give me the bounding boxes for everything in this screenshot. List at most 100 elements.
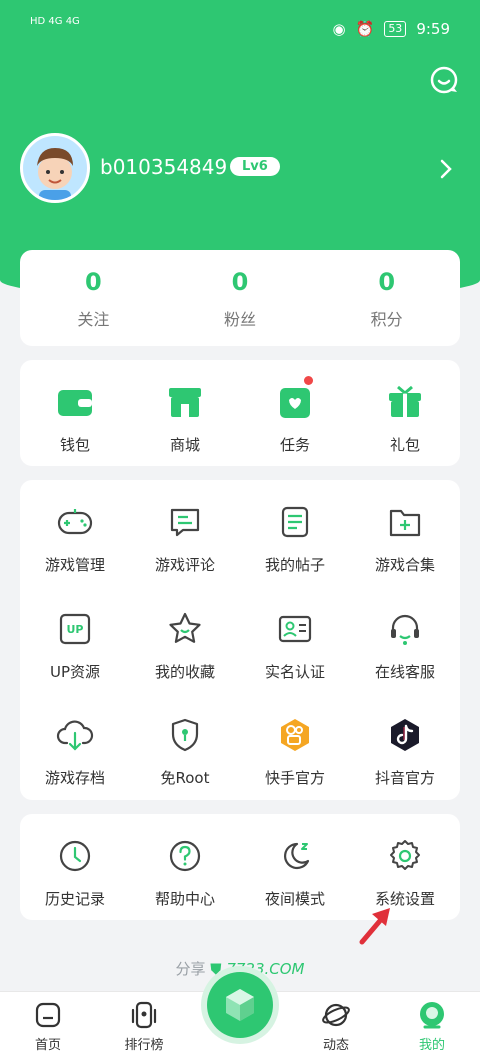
- bottom-nav: 首页 排行榜 动态 我的: [0, 972, 480, 1061]
- home-icon: [33, 1000, 63, 1030]
- nav-feed[interactable]: 动态: [306, 1000, 366, 1053]
- services-card: 游戏管理 游戏评论 我的帖子 游戏合集 UP UP资源 我的收藏 实名认证 在线…: [20, 480, 460, 800]
- gamepad-icon: [55, 502, 95, 542]
- headset-icon: [385, 609, 425, 649]
- nav-label: 排行榜: [124, 1038, 164, 1053]
- service-game-save[interactable]: 游戏存档: [20, 693, 130, 799]
- status-bar: HD 4G 4G ◉ ⏰ 53 9:59: [0, 0, 480, 58]
- tool-night-mode[interactable]: 夜间模式: [240, 814, 350, 920]
- quick-actions-card: 钱包 商城 任务 礼包: [20, 360, 460, 466]
- message-icon[interactable]: [428, 64, 460, 96]
- task-icon: [275, 382, 315, 422]
- nav-label: 动态: [322, 1038, 349, 1053]
- stat-label: 关注: [77, 310, 110, 329]
- gear-icon: [385, 836, 425, 876]
- chevron-right-icon[interactable]: [436, 158, 456, 180]
- star-icon: [165, 609, 205, 649]
- service-label: 游戏合集: [374, 556, 435, 574]
- service-label: 游戏评论: [154, 556, 215, 574]
- service-label: 游戏管理: [44, 556, 105, 574]
- nav-label: 首页: [34, 1038, 61, 1053]
- quick-label: 礼包: [389, 436, 420, 454]
- status-right: ◉ ⏰ 53 9:59: [333, 20, 450, 38]
- wallet-icon: [55, 382, 95, 422]
- service-label: 实名认证: [264, 662, 325, 681]
- id-card-icon: [275, 609, 315, 649]
- service-label: 免Root: [160, 769, 210, 788]
- profile-icon: [417, 1000, 447, 1030]
- svg-text:UP: UP: [67, 623, 84, 636]
- battery-indicator: 53: [384, 21, 407, 37]
- stat-value: 0: [378, 268, 396, 296]
- alarm-icon: ⏰: [355, 20, 375, 38]
- tool-history[interactable]: 历史记录: [20, 814, 130, 920]
- planet-icon: [321, 1000, 351, 1030]
- quick-wallet[interactable]: 钱包: [20, 360, 130, 466]
- notification-dot: [304, 376, 313, 385]
- service-label: UP资源: [49, 662, 101, 681]
- ranking-icon: [129, 1000, 159, 1030]
- nav-home[interactable]: 首页: [18, 1000, 78, 1053]
- cloud-download-icon: [55, 715, 95, 755]
- nav-profile[interactable]: 我的: [402, 1000, 462, 1053]
- stat-fans[interactable]: 0 粉丝: [167, 250, 314, 346]
- comment-icon: [165, 502, 205, 542]
- eye-icon: ◉: [332, 20, 346, 38]
- stat-points[interactable]: 0 积分: [313, 250, 460, 346]
- cube-icon: [226, 989, 254, 1021]
- clock-time: 9:59: [416, 20, 450, 38]
- stat-label: 积分: [370, 310, 403, 329]
- nav-center-button[interactable]: [207, 972, 273, 1038]
- service-kuaishou[interactable]: 快手官方: [240, 693, 350, 799]
- quick-store[interactable]: 商城: [130, 360, 240, 466]
- tool-label: 帮助中心: [154, 890, 215, 908]
- tool-label: 历史记录: [44, 890, 105, 908]
- stat-following[interactable]: 0 关注: [20, 250, 167, 346]
- service-no-root[interactable]: 免Root: [130, 693, 240, 799]
- service-up-resources[interactable]: UP UP资源: [20, 587, 130, 693]
- shield-icon: [165, 715, 205, 755]
- stats-card: 0 关注 0 粉丝 0 积分: [20, 250, 460, 346]
- stat-label: 粉丝: [224, 310, 257, 329]
- quick-label: 钱包: [59, 436, 90, 454]
- post-icon: [275, 502, 315, 542]
- signal-indicators: HD 4G 4G: [30, 16, 80, 27]
- clock-icon: [55, 836, 95, 876]
- folder-add-icon: [385, 502, 425, 542]
- quick-gift[interactable]: 礼包: [350, 360, 460, 466]
- nav-label: 我的: [418, 1038, 445, 1053]
- service-my-posts[interactable]: 我的帖子: [240, 480, 350, 586]
- tiktok-icon: [385, 715, 425, 755]
- quick-label: 商城: [169, 436, 200, 454]
- service-label: 游戏存档: [44, 769, 105, 788]
- pointer-arrow-icon: [356, 904, 396, 948]
- quick-label: 任务: [279, 436, 310, 454]
- service-game-management[interactable]: 游戏管理: [20, 480, 130, 586]
- stat-value: 0: [84, 268, 102, 296]
- username[interactable]: b010354849: [100, 155, 227, 179]
- service-label: 在线客服: [374, 662, 435, 681]
- moon-icon: [275, 836, 315, 876]
- service-label: 我的收藏: [154, 662, 215, 681]
- up-icon: UP: [55, 609, 95, 649]
- nav-ranking[interactable]: 排行榜: [114, 1000, 174, 1053]
- stat-value: 0: [231, 268, 249, 296]
- service-customer-support[interactable]: 在线客服: [350, 587, 460, 693]
- quick-task[interactable]: 任务: [240, 360, 350, 466]
- store-icon: [165, 382, 205, 422]
- avatar[interactable]: [20, 133, 90, 203]
- service-label: 抖音官方: [374, 769, 435, 788]
- service-game-collection[interactable]: 游戏合集: [350, 480, 460, 586]
- tool-help[interactable]: 帮助中心: [130, 814, 240, 920]
- level-badge: Lv6: [230, 157, 280, 176]
- service-label: 我的帖子: [264, 556, 325, 574]
- service-douyin[interactable]: 抖音官方: [350, 693, 460, 799]
- help-icon: [165, 836, 205, 876]
- service-label: 快手官方: [264, 769, 325, 788]
- tool-label: 夜间模式: [264, 890, 325, 908]
- service-my-favorites[interactable]: 我的收藏: [130, 587, 240, 693]
- kuaishou-icon: [275, 715, 315, 755]
- service-game-comment[interactable]: 游戏评论: [130, 480, 240, 586]
- gift-icon: [385, 382, 425, 422]
- service-realname[interactable]: 实名认证: [240, 587, 350, 693]
